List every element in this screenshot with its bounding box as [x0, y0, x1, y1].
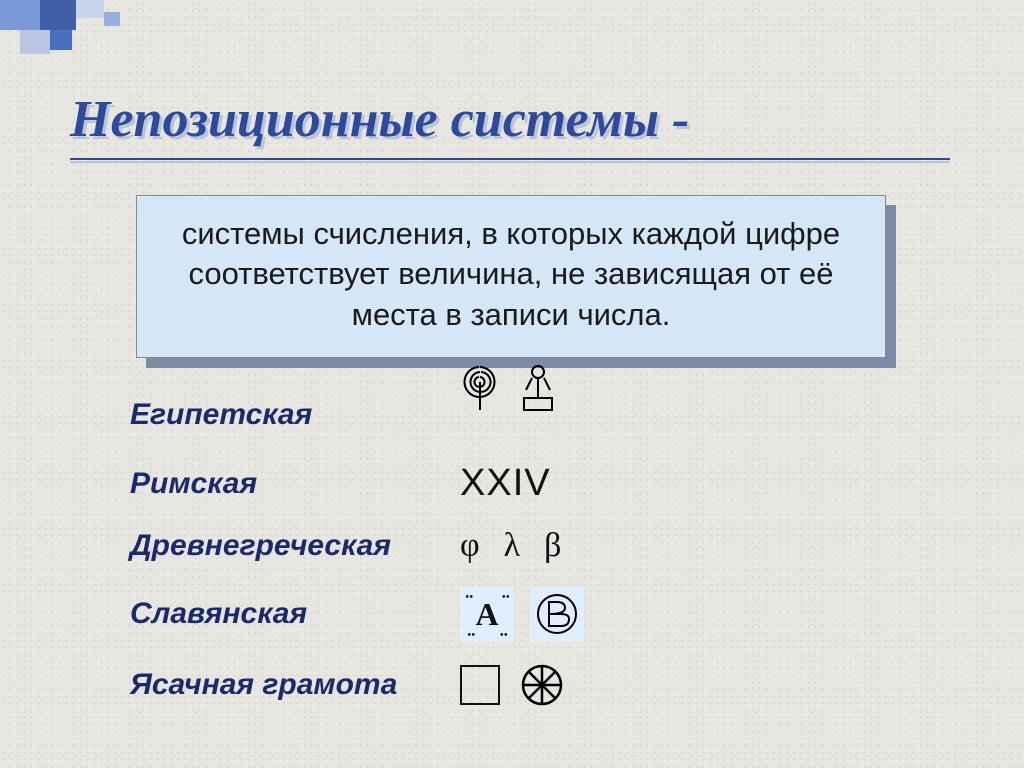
page-title: Непозиционные системы - [70, 90, 689, 149]
decorative-squares [0, 0, 220, 60]
slavic-vedi-icon [530, 587, 584, 641]
slavic-symbols: А • • • • • • • • [460, 587, 584, 641]
row-slavic: Славянская А • • • • • • • • [130, 587, 584, 641]
greek-phi: φ [460, 527, 480, 565]
egyptian-symbols [460, 362, 558, 412]
label-greek: Древнегреческая [130, 529, 460, 563]
greek-beta: β [544, 527, 561, 565]
yasak-symbols [460, 663, 564, 707]
definition-text: системы счисления, в которых каждой цифр… [136, 195, 886, 358]
systems-list: Египетская Римская XXIV Древнегреческая … [130, 390, 584, 707]
figure-icon [518, 362, 558, 412]
title-underline [70, 158, 950, 160]
row-egyptian: Египетская [130, 390, 584, 440]
spiral-icon [460, 362, 500, 412]
label-egyptian: Египетская [130, 398, 460, 432]
label-yasak: Ясачная грамота [130, 668, 460, 702]
label-slavic: Славянская [130, 597, 460, 631]
wheel-icon [520, 663, 564, 707]
greek-symbols: φ λ β [460, 527, 561, 565]
square-icon [460, 665, 500, 705]
row-yasak: Ясачная грамота [130, 663, 584, 707]
roman-symbol: XXIV [460, 462, 551, 505]
definition-box: системы счисления, в которых каждой цифр… [136, 195, 886, 358]
greek-lambda: λ [504, 527, 521, 565]
row-greek: Древнегреческая φ λ β [130, 527, 584, 565]
label-roman: Римская [130, 467, 460, 501]
roman-numeral-text: XXIV [460, 462, 551, 505]
row-roman: Римская XXIV [130, 462, 584, 505]
slavic-az-icon: А • • • • • • • • [460, 587, 514, 641]
